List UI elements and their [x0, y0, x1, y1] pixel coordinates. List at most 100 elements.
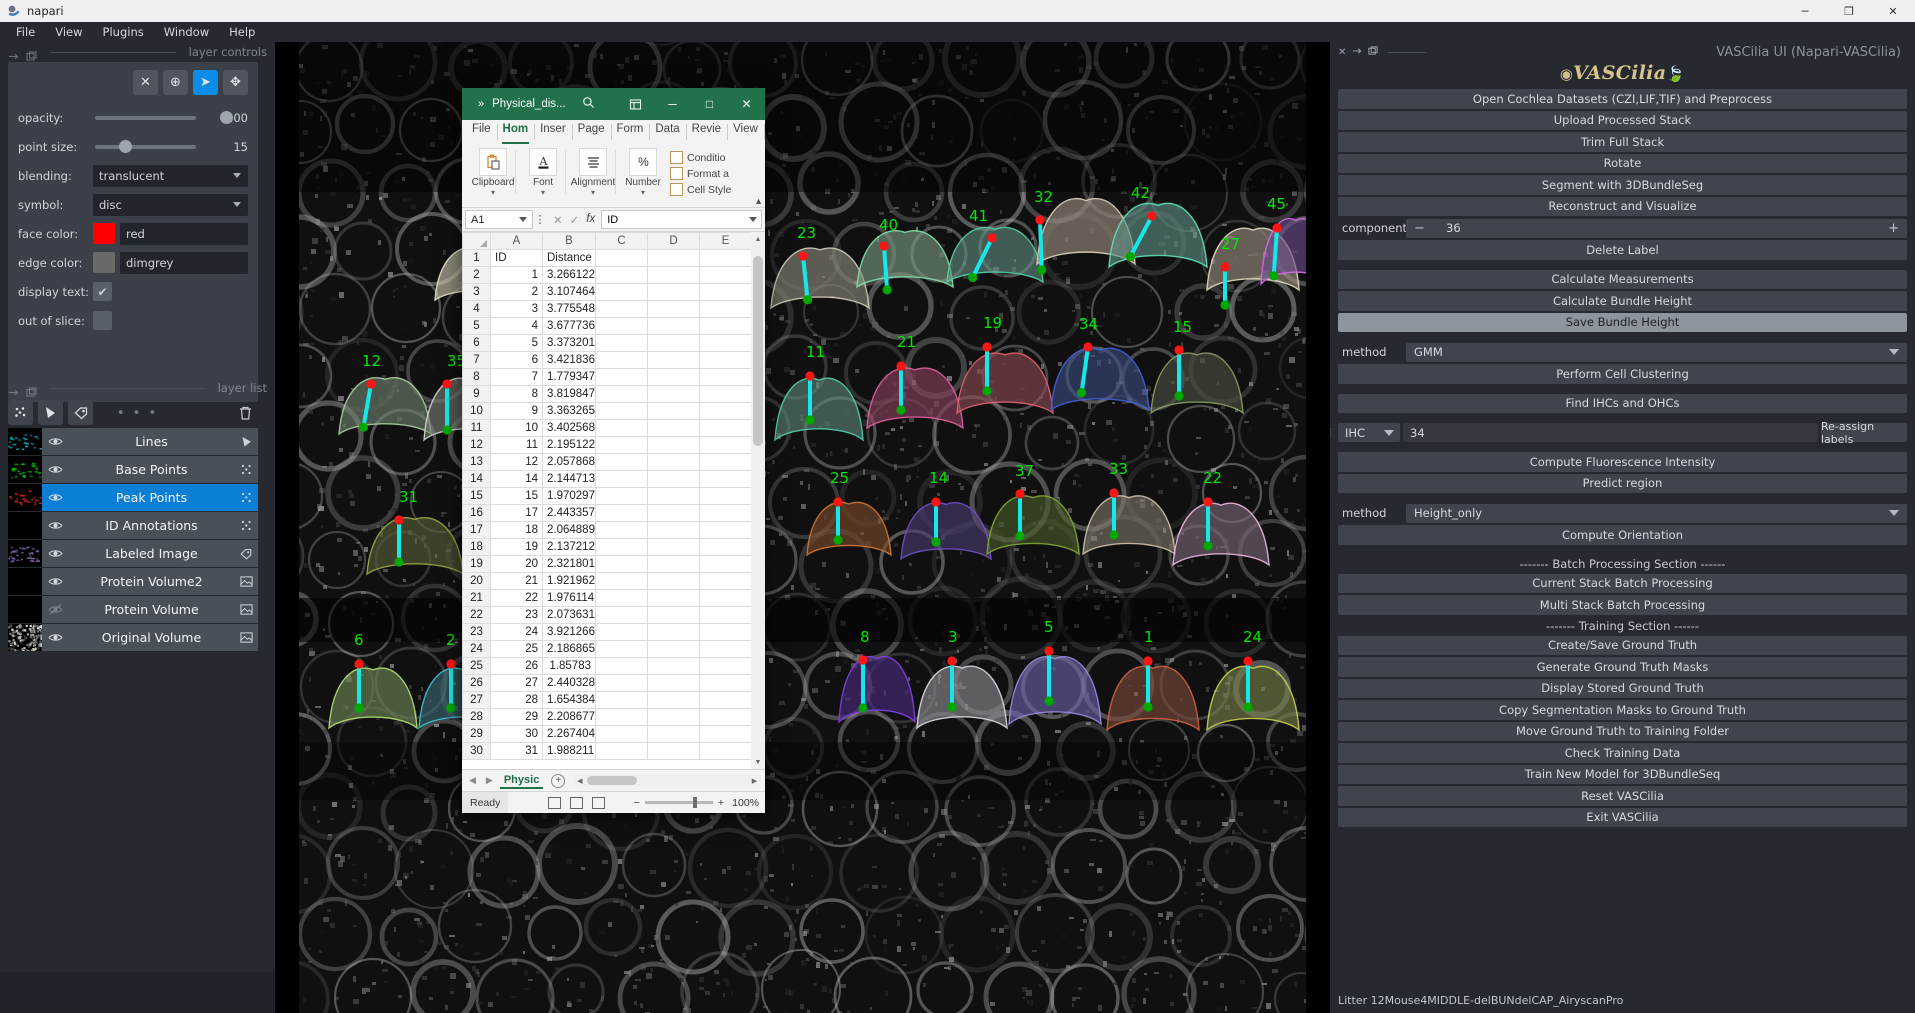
cell-d[interactable] [647, 623, 700, 641]
cell-d[interactable] [647, 674, 700, 692]
visibility-on-icon[interactable] [42, 434, 69, 449]
cell-a[interactable]: 10 [490, 419, 543, 437]
cell-d[interactable] [647, 572, 700, 590]
find-ihcs-ohcs-button[interactable]: Find IHCs and OHCs [1338, 393, 1907, 413]
cell-c[interactable] [595, 266, 648, 284]
row-header[interactable]: 1 [462, 249, 491, 267]
cell-d[interactable] [647, 606, 700, 624]
collapse-ribbon-icon[interactable]: ▲ [754, 196, 763, 206]
excel-tab-view[interactable]: View [727, 120, 764, 144]
measurement-button-0[interactable]: Calculate Measurements [1338, 269, 1907, 289]
cell-e[interactable] [699, 691, 751, 709]
cell-b[interactable]: 2.064889 [542, 521, 596, 539]
cell-c[interactable] [595, 555, 648, 573]
excel-window[interactable]: » Physical_dis... ─ □ ✕ File Hom Inser Page… [462, 88, 765, 813]
row-header[interactable]: 28 [462, 708, 491, 726]
cell-d[interactable] [647, 351, 700, 369]
component-value[interactable]: 36 [1446, 221, 1461, 235]
cell-e[interactable] [699, 504, 751, 522]
cell-b[interactable]: 3.107464 [542, 283, 596, 301]
opacity-slider-handle[interactable] [220, 111, 233, 124]
table-row[interactable]: 23 24 3.921266 [462, 623, 751, 641]
cell-b[interactable]: 2.073631 [542, 606, 596, 624]
cell-a[interactable]: 2 [490, 283, 543, 301]
cell-c[interactable] [595, 317, 648, 335]
table-row[interactable]: 1 ID Distance [462, 249, 751, 267]
cell-c[interactable] [595, 521, 648, 539]
new-shapes-layer-button[interactable] [38, 400, 63, 425]
cell-b[interactable]: 2.321801 [542, 555, 596, 573]
spreadsheet-table[interactable]: ABCDE 1 ID Distance 2 1 3.266122 3 2 3.107464 4 3 3… [462, 232, 751, 760]
cell-d[interactable] [647, 708, 700, 726]
excel-tab-revie[interactable]: Revie [685, 120, 727, 144]
table-row[interactable]: 22 23 2.073631 [462, 606, 751, 624]
cell-a[interactable]: 11 [490, 436, 543, 454]
cell-c[interactable] [595, 589, 648, 607]
cell-b[interactable]: 1.779347 [542, 368, 596, 386]
cell-c[interactable] [595, 487, 648, 505]
formula-accept-button[interactable]: ✓ [570, 213, 580, 227]
cell-a[interactable]: 28 [490, 691, 543, 709]
display-text-checkbox[interactable]: ✔ [93, 282, 112, 301]
vascilia-action-button-4[interactable]: Segment with 3DBundleSeg [1338, 175, 1907, 195]
training-button-4[interactable]: Move Ground Truth to Training Folder [1338, 721, 1907, 741]
close-button[interactable]: ✕ [1871, 0, 1915, 22]
cell-count-input[interactable]: 34 [1403, 423, 1818, 442]
cell-b[interactable]: 3.421836 [542, 351, 596, 369]
cell-a[interactable]: 29 [490, 708, 543, 726]
cell-b[interactable]: 3.775548 [542, 300, 596, 318]
float-icon[interactable] [1352, 46, 1362, 59]
row-header[interactable]: 21 [462, 589, 491, 607]
cell-b[interactable]: 2.057868 [542, 453, 596, 471]
vascilia-action-button-5[interactable]: Reconstruct and Visualize [1338, 196, 1907, 216]
compute-fluorescence-intensity-button[interactable]: Compute Fluorescence Intensity [1338, 452, 1907, 472]
ribbon-group-clipboard[interactable]: Clipboard ▾ [468, 148, 518, 197]
excel-close-button[interactable]: ✕ [728, 88, 765, 120]
table-row[interactable]: 29 30 2.267404 [462, 725, 751, 743]
layer-row[interactable]: Lines [8, 428, 258, 455]
row-header[interactable]: 26 [462, 674, 491, 692]
cell-e[interactable] [699, 589, 751, 607]
previous-sheet-icon[interactable]: ◀ [466, 775, 479, 786]
cell-a[interactable]: 5 [490, 334, 543, 352]
table-row[interactable]: 11 10 3.402568 [462, 419, 751, 437]
cell-b[interactable]: 1.654384 [542, 691, 596, 709]
chevron-down-icon[interactable] [749, 217, 757, 222]
table-row[interactable]: 15 15 1.970297 [462, 487, 751, 505]
ribbon-group-font[interactable]: A Font ▾ [515, 148, 568, 197]
menu-item-view[interactable]: View [45, 23, 92, 41]
pan-zoom-button[interactable]: ✥ [223, 70, 248, 95]
visibility-on-icon[interactable] [42, 574, 69, 589]
cell-c[interactable] [595, 436, 648, 454]
chevron-down-icon[interactable]: ▾ [641, 189, 645, 197]
sheet-tab-physical[interactable]: Physic [499, 772, 544, 789]
cell-d[interactable] [647, 555, 700, 573]
cell-a[interactable]: 3 [490, 300, 543, 318]
training-button-8[interactable]: Exit VASCilia [1338, 807, 1907, 827]
napari-canvas-viewer[interactable]: 3923404132422745123511211934153125143733… [275, 42, 1330, 1013]
cell-b[interactable]: 3.677736 [542, 317, 596, 335]
cell-e[interactable] [699, 368, 751, 386]
table-row[interactable]: 5 4 3.677736 [462, 317, 751, 335]
add-sheet-button[interactable]: + [551, 773, 566, 788]
zoom-out-button[interactable]: − [634, 797, 640, 809]
batch-button-0[interactable]: Current Stack Batch Processing [1338, 573, 1907, 593]
row-header[interactable]: 14 [462, 470, 491, 488]
vascilia-action-button-1[interactable]: Upload Processed Stack [1338, 110, 1907, 130]
zoom-slider-track[interactable] [644, 797, 713, 808]
scroll-left-button[interactable]: ◀ [573, 777, 586, 785]
cell-c[interactable] [595, 300, 648, 318]
table-row[interactable]: 17 18 2.064889 [462, 521, 751, 539]
panel-drag-handle[interactable]: ⋮ [1326, 429, 1335, 438]
edge-color-swatch[interactable] [93, 252, 115, 273]
cell-c[interactable] [595, 657, 648, 675]
column-header-A[interactable]: A [490, 232, 543, 250]
cell-a[interactable]: ID [490, 249, 543, 267]
cell-c[interactable] [595, 453, 648, 471]
zoom-in-button[interactable]: + [718, 797, 724, 809]
training-button-7[interactable]: Reset VASCilia [1338, 786, 1907, 806]
visibility-on-icon[interactable] [42, 490, 69, 505]
visibility-on-icon[interactable] [42, 630, 69, 645]
face-color-swatch[interactable] [93, 223, 115, 244]
excel-grid[interactable]: ABCDE 1 ID Distance 2 1 3.266122 3 2 3.107464 4 3 3… [462, 232, 751, 769]
